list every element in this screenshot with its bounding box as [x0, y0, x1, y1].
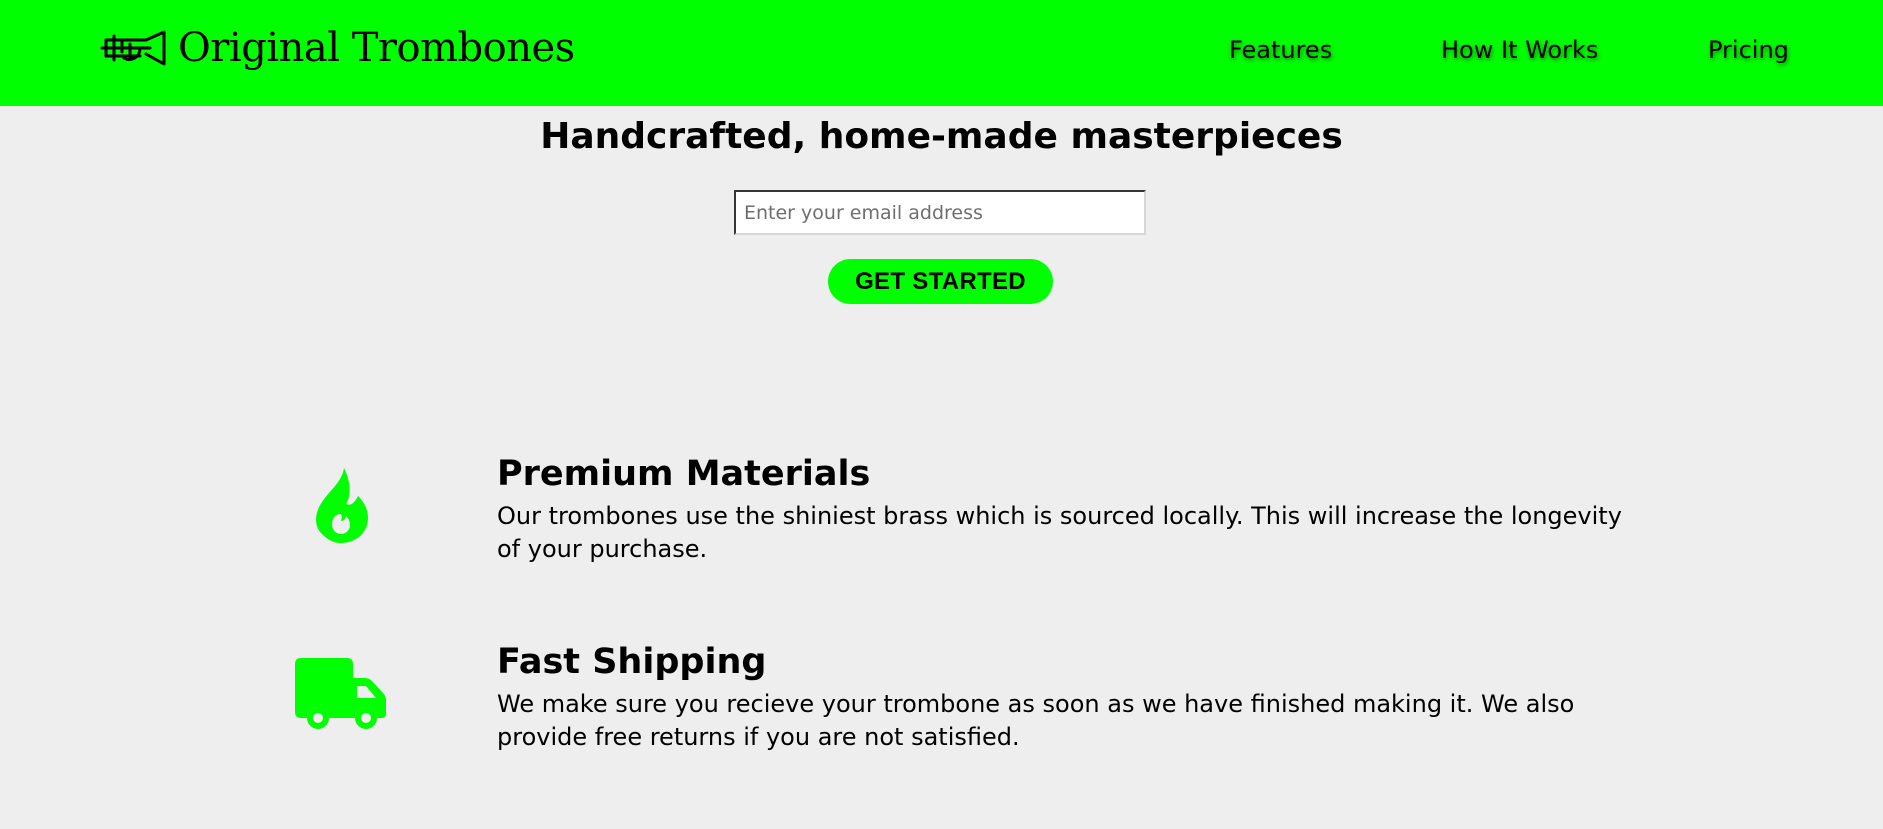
fire-icon	[276, 468, 406, 544]
truck-icon	[276, 656, 406, 732]
email-input[interactable]	[734, 190, 1146, 235]
get-started-button[interactable]: GET STARTED	[828, 259, 1053, 304]
nav-link-features[interactable]: Features	[1229, 36, 1332, 64]
feature-title: Fast Shipping	[497, 642, 767, 682]
nav-link-pricing[interactable]: Pricing	[1708, 36, 1789, 64]
feature-description: We make sure you recieve your trombone a…	[497, 690, 1575, 751]
hero-title: Handcrafted, home-made masterpieces	[540, 116, 1343, 157]
feature-description: Our trombones use the shiniest brass whi…	[497, 502, 1622, 563]
trombone-logo-icon	[100, 28, 166, 68]
feature-title: Premium Materials	[497, 454, 871, 494]
nav-link-how-it-works[interactable]: How It Works	[1441, 36, 1598, 64]
brand[interactable]: Original Trombones	[100, 22, 575, 74]
brand-name: Original Trombones	[178, 25, 575, 71]
site-header: Original Trombones Features How It Works…	[0, 0, 1883, 106]
